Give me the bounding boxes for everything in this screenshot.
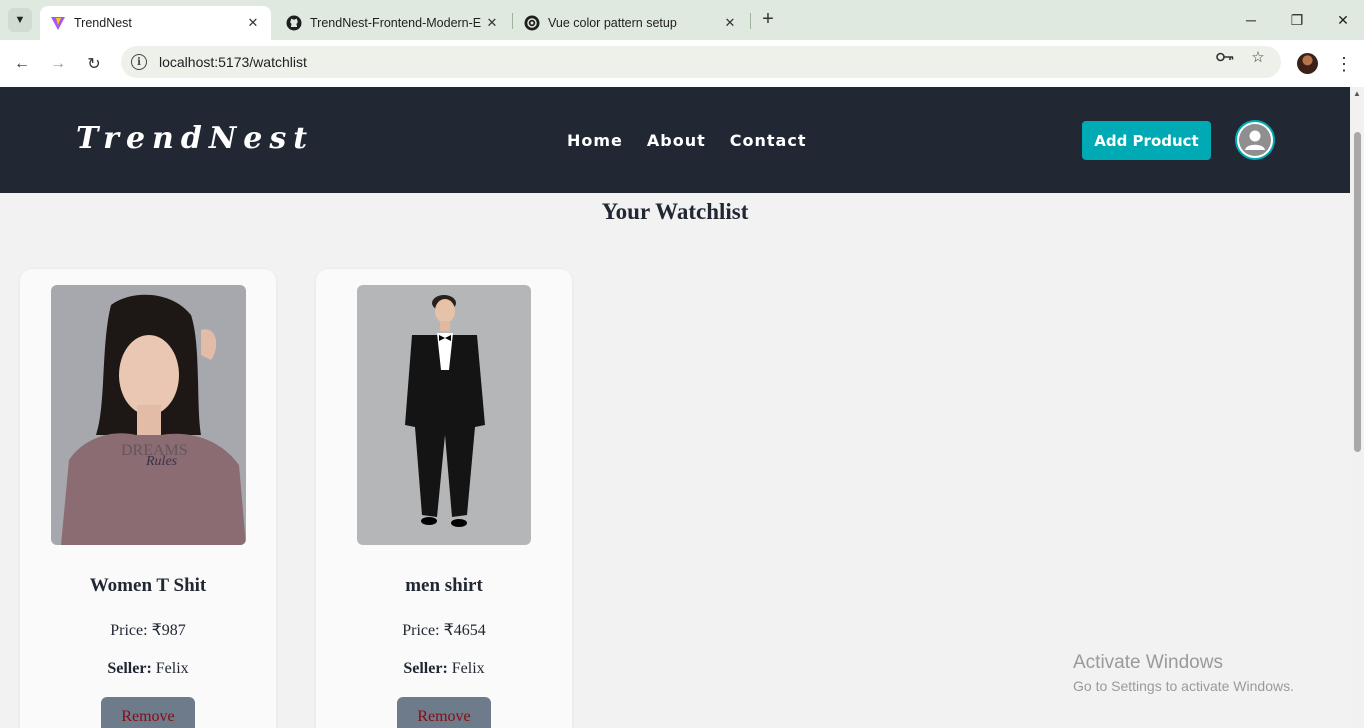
page-scrollbar[interactable]: ▲ — [1350, 87, 1364, 728]
reload-button[interactable]: ↻ — [82, 52, 106, 76]
chatgpt-icon — [524, 15, 540, 31]
tab-separator — [750, 13, 751, 29]
main-menu: Home About Contact — [567, 131, 806, 150]
password-key-icon[interactable] — [1216, 48, 1234, 66]
product-name: Women T Shit — [89, 575, 207, 596]
scrollbar-thumb[interactable] — [1354, 132, 1361, 452]
url-text: localhost:5173/watchlist — [159, 54, 307, 70]
github-icon — [286, 15, 302, 31]
page-title: Your Watchlist — [601, 199, 749, 224]
product-seller: Seller: Felix — [316, 660, 572, 678]
watchlist-card: men shirt Price: ₹4654 Seller: Felix Rem… — [316, 269, 572, 728]
windows-activation-watermark: Activate Windows Go to Settings to activ… — [1073, 652, 1294, 694]
watchlist-card: DREAMS Rules Women T Shit Price: ₹987 Se… — [20, 269, 276, 728]
tab-title: TrendNest-Frontend-Modern-E — [310, 16, 482, 30]
close-window-button[interactable]: ✕ — [1331, 8, 1355, 32]
seller-name: Felix — [451, 660, 485, 677]
product-name: men shirt — [405, 575, 483, 596]
site-info-icon[interactable]: i — [131, 54, 147, 70]
tab-title: TrendNest — [74, 16, 132, 30]
watermark-title: Activate Windows — [1073, 652, 1223, 673]
back-button[interactable]: ← — [10, 52, 34, 76]
bookmark-star-icon[interactable]: ☆ — [1249, 48, 1267, 66]
user-avatar-icon[interactable] — [1235, 120, 1275, 160]
close-tab-icon[interactable]: ✕ — [484, 15, 500, 31]
product-image — [357, 285, 531, 545]
tab-title: Vue color pattern setup — [548, 16, 677, 30]
nav-contact-link[interactable]: Contact — [730, 131, 807, 150]
browser-tab-strip: ▼ TrendNest ✕ TrendNest-Frontend-Modern-… — [0, 0, 1364, 40]
remove-button[interactable]: Remove — [397, 697, 491, 728]
forward-button[interactable]: → — [46, 52, 70, 76]
nav-home-link[interactable]: Home — [567, 131, 623, 150]
product-image: DREAMS Rules — [51, 285, 246, 545]
product-seller: Seller: Felix — [20, 660, 276, 678]
seller-name: Felix — [155, 660, 189, 677]
tab-separator — [512, 13, 513, 29]
add-product-button[interactable]: Add Product — [1082, 121, 1211, 160]
site-navbar: TrendNest Home About Contact Add Product — [0, 87, 1350, 193]
seller-label: Seller: — [107, 660, 152, 677]
seller-label: Seller: — [403, 660, 448, 677]
tab-trendnest[interactable]: TrendNest ✕ — [40, 6, 271, 40]
restore-button[interactable]: ❐ — [1285, 8, 1309, 32]
vite-icon — [50, 15, 66, 31]
brand-logo[interactable]: TrendNest — [76, 121, 314, 156]
nav-about-link[interactable]: About — [647, 131, 706, 150]
remove-button[interactable]: Remove — [101, 697, 195, 728]
browser-menu-icon[interactable]: ⋮ — [1334, 52, 1354, 76]
minimize-button[interactable]: ─ — [1239, 8, 1263, 32]
tab-github[interactable]: TrendNest-Frontend-Modern-E ✕ — [276, 6, 510, 40]
page-viewport: TrendNest Home About Contact Add Product… — [0, 87, 1350, 728]
browser-toolbar: ← → ↻ i localhost:5173/watchlist ☆ ⋮ — [0, 40, 1364, 87]
new-tab-button[interactable]: + — [758, 9, 778, 31]
svg-text:Rules: Rules — [145, 454, 178, 469]
tab-chatgpt[interactable]: Vue color pattern setup ✕ — [514, 6, 748, 40]
address-bar[interactable]: i localhost:5173/watchlist — [121, 46, 1281, 78]
scroll-up-arrow-icon[interactable]: ▲ — [1353, 89, 1361, 98]
product-price: Price: ₹4654 — [402, 622, 486, 639]
close-tab-icon[interactable]: ✕ — [245, 15, 261, 31]
tab-search-button[interactable]: ▼ — [8, 8, 32, 32]
watermark-subtitle: Go to Settings to activate Windows. — [1073, 678, 1294, 694]
close-tab-icon[interactable]: ✕ — [722, 15, 738, 31]
profile-avatar[interactable] — [1297, 53, 1318, 74]
product-price: Price: ₹987 — [110, 622, 186, 639]
